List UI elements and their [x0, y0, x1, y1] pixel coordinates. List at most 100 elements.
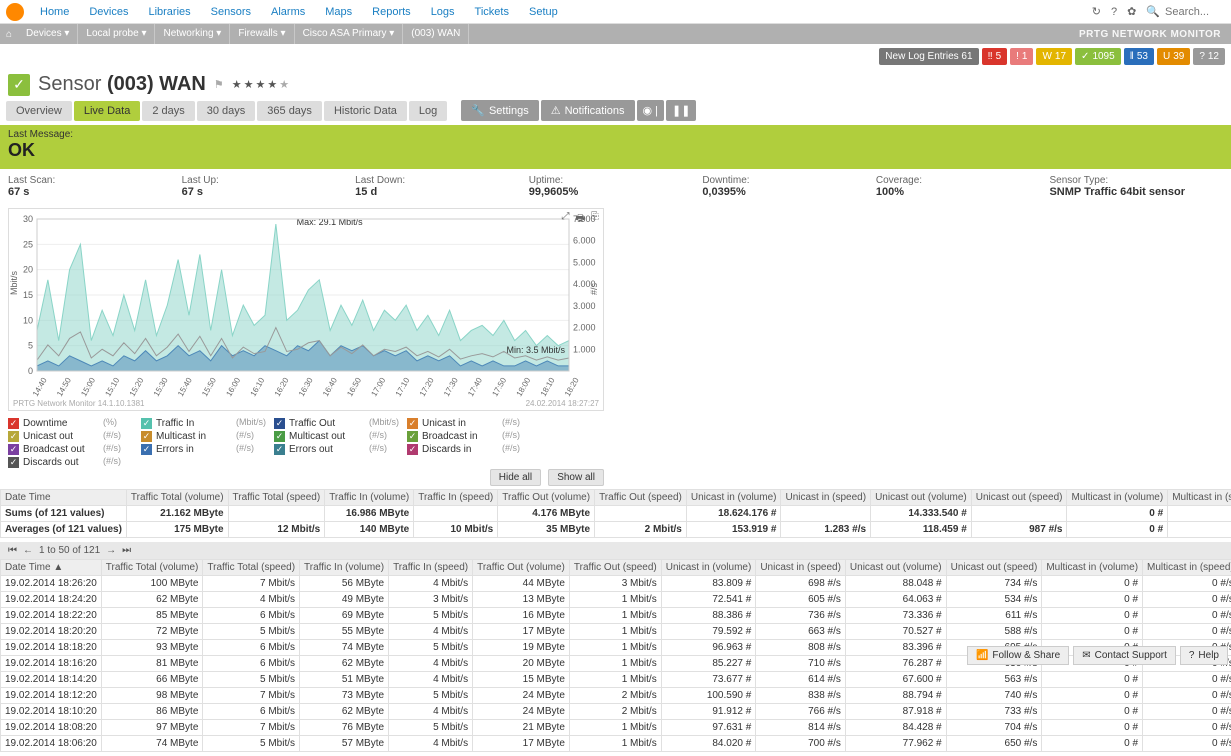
col-header[interactable]: Multicast in (volume): [1042, 560, 1143, 576]
col-header[interactable]: Traffic Out (speed): [595, 490, 687, 506]
legend-item[interactable]: ✓Traffic Out: [274, 417, 369, 430]
summary-table: Date TimeTraffic Total (volume)Traffic T…: [0, 489, 1231, 538]
col-header[interactable]: Traffic In (volume): [300, 560, 389, 576]
col-header[interactable]: Multicast in (speed): [1168, 490, 1231, 506]
pause-icon[interactable]: ❚❚: [666, 100, 696, 121]
legend-item[interactable]: ✓Broadcast in: [407, 430, 502, 443]
search-input[interactable]: [1165, 6, 1225, 18]
pager-prev-icon[interactable]: ←: [23, 545, 33, 556]
menu-logs[interactable]: Logs: [421, 0, 465, 24]
chart-popout-icon[interactable]: ⤢: [562, 211, 570, 228]
col-header[interactable]: Traffic Total (speed): [203, 560, 300, 576]
menu-libraries[interactable]: Libraries: [138, 0, 200, 24]
legend-item[interactable]: ✓Unicast in: [407, 417, 502, 430]
legend-item[interactable]: ✓Downtime: [8, 417, 103, 430]
priority-flag-icon[interactable]: ⚑: [214, 78, 224, 91]
col-header[interactable]: Unicast in (speed): [781, 490, 871, 506]
pager-last-icon[interactable]: ⏭: [122, 545, 131, 556]
breadcrumb-item[interactable]: Devices ▾: [18, 24, 78, 44]
col-header[interactable]: Unicast out (speed): [946, 560, 1042, 576]
legend-item[interactable]: ✓Errors out: [274, 443, 369, 456]
svg-text:15: 15: [23, 290, 33, 300]
paused-pill[interactable]: ‖ 53: [1124, 48, 1154, 65]
chart-print-icon[interactable]: 🖶: [576, 211, 585, 228]
notifications-button[interactable]: ⚠Notifications: [541, 100, 635, 121]
chart-export-icon[interactable]: ⎘: [591, 211, 599, 228]
pager-first-icon[interactable]: ⏮: [8, 545, 17, 556]
tab-365-days[interactable]: 365 days: [257, 101, 322, 121]
col-header[interactable]: Traffic Total (speed): [228, 490, 325, 506]
menu-maps[interactable]: Maps: [315, 0, 362, 24]
legend-item[interactable]: ✓Unicast out: [8, 430, 103, 443]
col-header[interactable]: Date Time: [1, 490, 127, 506]
col-header[interactable]: Multicast in (volume): [1067, 490, 1168, 506]
col-header[interactable]: Traffic Out (volume): [498, 490, 595, 506]
tab-2-days[interactable]: 2 days: [142, 101, 194, 121]
gear-icon[interactable]: ✿: [1122, 5, 1141, 18]
col-header[interactable]: Unicast out (volume): [871, 490, 972, 506]
up-pill[interactable]: ✓ 1095: [1075, 48, 1121, 65]
col-header[interactable]: Traffic Out (volume): [473, 560, 570, 576]
help-icon[interactable]: ?: [1106, 6, 1122, 18]
legend-item[interactable]: ✓Multicast out: [274, 430, 369, 443]
col-header[interactable]: Traffic Total (volume): [126, 490, 228, 506]
menu-reports[interactable]: Reports: [362, 0, 421, 24]
tab-log[interactable]: Log: [409, 101, 447, 121]
col-header[interactable]: Traffic Out (speed): [569, 560, 661, 576]
help-button[interactable]: ?Help: [1180, 646, 1228, 665]
breadcrumb-item[interactable]: Networking ▾: [155, 24, 230, 44]
settings-button[interactable]: 🔧Settings: [461, 100, 538, 121]
breadcrumb-item[interactable]: Cisco ASA Primary ▾: [295, 24, 404, 44]
home-icon[interactable]: ⌂: [0, 29, 18, 40]
breadcrumb-item[interactable]: Firewalls ▾: [230, 24, 294, 44]
search-icon[interactable]: 🔍: [1141, 5, 1165, 18]
col-header[interactable]: Unicast out (volume): [845, 560, 946, 576]
col-header[interactable]: Unicast in (speed): [756, 560, 846, 576]
col-header[interactable]: Unicast out (speed): [971, 490, 1067, 506]
unusual-pill[interactable]: U 39: [1157, 48, 1190, 65]
alarm-down-pill[interactable]: ‼ 5: [982, 48, 1008, 65]
tab-historic-data[interactable]: Historic Data: [324, 101, 407, 121]
col-header[interactable]: Multicast in (speed): [1143, 560, 1231, 576]
menu-home[interactable]: Home: [30, 0, 79, 24]
alarm-partial-pill[interactable]: ! 1: [1010, 48, 1033, 65]
svg-text:0: 0: [28, 366, 33, 376]
col-header[interactable]: Date Time ▲: [1, 560, 102, 576]
svg-text:16:40: 16:40: [321, 376, 339, 398]
wrench-icon: 🔧: [471, 104, 485, 117]
tab-overview[interactable]: Overview: [6, 101, 72, 121]
col-header[interactable]: Traffic Total (volume): [101, 560, 203, 576]
table-row: 19.02.2014 18:22:2085 MByte6 Mbit/s69 MB…: [1, 608, 1231, 624]
show-dependency-icon[interactable]: ◉ |: [637, 100, 665, 121]
col-header[interactable]: Unicast in (volume): [686, 490, 781, 506]
unknown-pill[interactable]: ? 12: [1193, 48, 1225, 65]
menu-sensors[interactable]: Sensors: [201, 0, 261, 24]
warning-pill[interactable]: W 17: [1036, 48, 1072, 65]
menu-setup[interactable]: Setup: [519, 0, 568, 24]
col-header[interactable]: Traffic In (speed): [414, 490, 498, 506]
new-log-pill[interactable]: New Log Entries 61: [879, 48, 978, 65]
priority-stars[interactable]: ★★★★★: [232, 78, 291, 91]
menu-alarms[interactable]: Alarms: [261, 0, 315, 24]
legend-item[interactable]: ✓Broadcast out: [8, 443, 103, 456]
legend-item[interactable]: ✓Traffic In: [141, 417, 236, 430]
menu-devices[interactable]: Devices: [79, 0, 138, 24]
menu-tickets[interactable]: Tickets: [465, 0, 519, 24]
contact-support-button[interactable]: ✉Contact Support: [1073, 646, 1176, 665]
legend-item[interactable]: ✓Discards in: [407, 443, 502, 456]
legend-item[interactable]: ✓Multicast in: [141, 430, 236, 443]
pager-next-icon[interactable]: →: [106, 545, 116, 556]
refresh-icon[interactable]: ↻: [1087, 5, 1106, 18]
hide-all-button[interactable]: Hide all: [490, 469, 541, 486]
legend-item[interactable]: ✓Errors in: [141, 443, 236, 456]
col-header[interactable]: Unicast in (volume): [661, 560, 756, 576]
legend-item[interactable]: ✓Discards out: [8, 456, 103, 469]
col-header[interactable]: Traffic In (volume): [325, 490, 414, 506]
breadcrumb-item[interactable]: (003) WAN: [403, 24, 469, 44]
tab-30-days[interactable]: 30 days: [197, 101, 256, 121]
follow-share-button[interactable]: 📶Follow & Share: [967, 646, 1069, 665]
breadcrumb-item[interactable]: Local probe ▾: [78, 24, 155, 44]
show-all-button[interactable]: Show all: [548, 469, 604, 486]
tab-live-data[interactable]: Live Data: [74, 101, 140, 121]
col-header[interactable]: Traffic In (speed): [389, 560, 473, 576]
